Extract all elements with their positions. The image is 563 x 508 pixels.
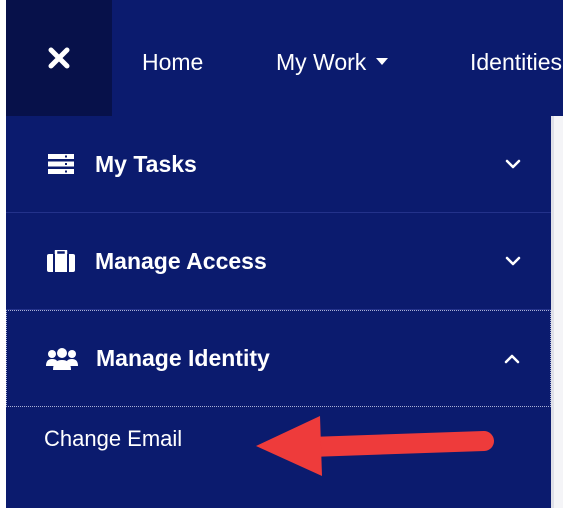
caret-down-icon (376, 58, 389, 66)
sidebar-item-label: Manage Access (95, 247, 267, 274)
close-icon (48, 47, 70, 69)
sidebar-menu: My Tasks Manage Access Manage Identity C… (6, 116, 551, 508)
main-content-area (551, 116, 563, 508)
submenu-item-change-email[interactable]: Change Email (44, 426, 182, 452)
chevron-up-icon (504, 354, 520, 363)
close-menu-button[interactable] (6, 0, 112, 116)
briefcase-icon (44, 248, 78, 274)
nav-identities-label: Identities (470, 49, 563, 75)
nav-home-label: Home (142, 49, 204, 75)
top-navigation-bar: Home My Work Identities (6, 0, 563, 116)
tasks-list-icon (44, 151, 78, 177)
sidebar-item-manage-access[interactable]: Manage Access (6, 213, 551, 310)
app-window: Home My Work Identities My Tasks Manage … (0, 0, 563, 508)
sidebar-item-label: My Tasks (95, 150, 197, 177)
nav-identities[interactable]: Identities (470, 46, 562, 78)
chevron-down-icon (505, 256, 521, 266)
nav-home[interactable]: Home (142, 46, 203, 78)
sidebar-item-label: Manage Identity (96, 345, 270, 371)
chevron-down-icon (505, 159, 521, 169)
sidebar-item-manage-identity[interactable]: Manage Identity (6, 310, 551, 407)
nav-my-work[interactable]: My Work (276, 46, 389, 78)
users-icon (45, 346, 79, 372)
nav-my-work-label: My Work (276, 49, 367, 75)
content-edge (551, 116, 554, 508)
sidebar-item-my-tasks[interactable]: My Tasks (6, 116, 551, 213)
